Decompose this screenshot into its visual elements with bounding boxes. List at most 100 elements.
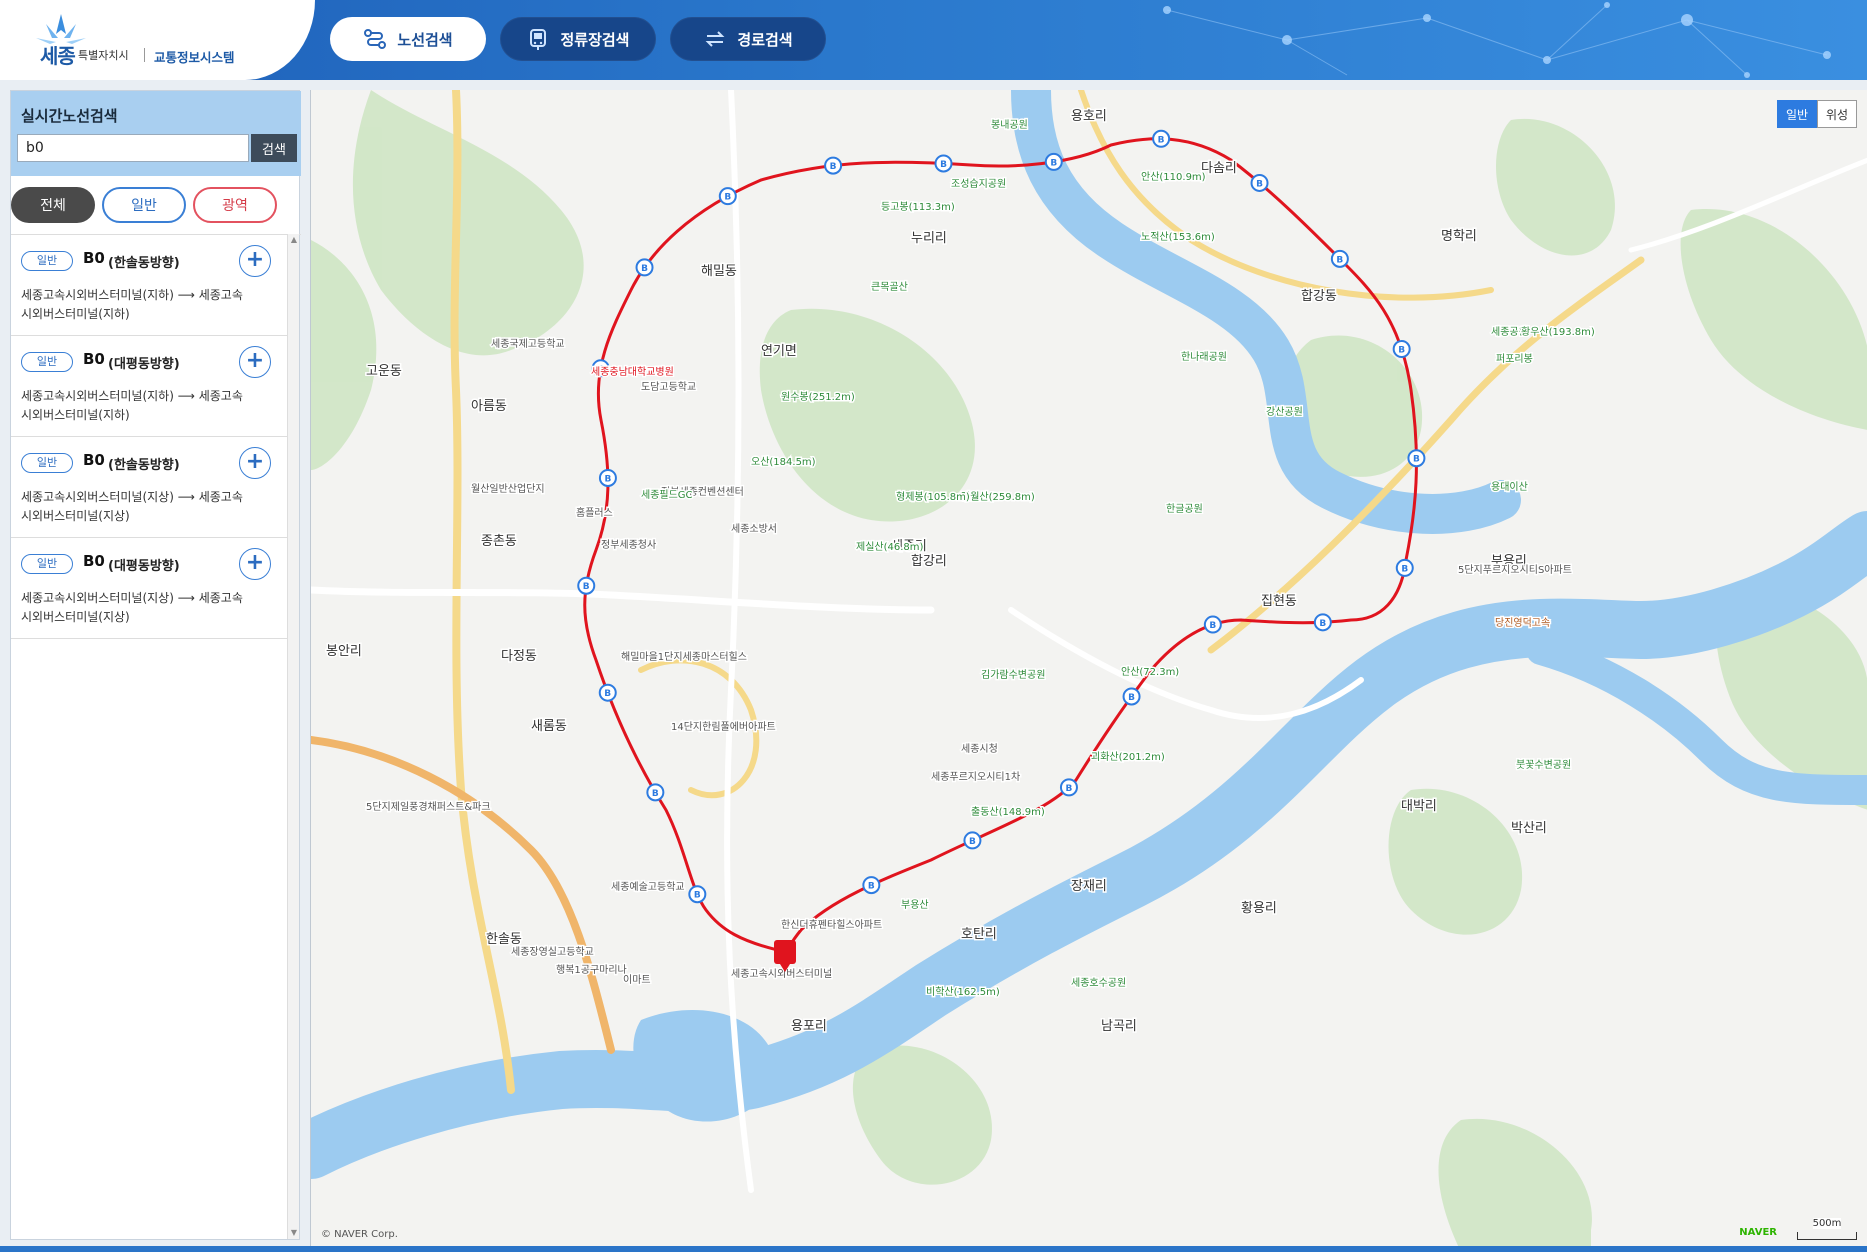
map-label-place: 고운동 xyxy=(366,364,402,379)
list-scrollbar[interactable]: ▲ ▼ xyxy=(287,234,299,1239)
add-route-button[interactable]: + xyxy=(239,245,271,277)
bus-stops: BBBBBBBBBBBBBBBBBBBBBBBB xyxy=(577,129,1426,961)
map-label-place: 대박리 xyxy=(1401,799,1437,814)
search-header: 실시간노선검색 검색 xyxy=(11,91,301,176)
route-list-item[interactable]: 일반 B0 (한솔동방향) + 세종고속시외버스터미널(지상) ⟶ 세종고속시외… xyxy=(11,437,287,538)
route-endpoints: 세종고속시외버스터미널(지상) ⟶ 세종고속시외버스터미널(지상) xyxy=(21,490,243,523)
scroll-up-arrow-icon[interactable]: ▲ xyxy=(288,234,300,246)
map-label-poi[interactable]: 홈플러스 xyxy=(575,505,615,521)
bus-stop-marker-icon[interactable]: B xyxy=(1392,340,1411,359)
map-label-poi[interactable]: 도담고등학교 xyxy=(640,380,698,395)
map-label-park: 한나래공원 xyxy=(1181,351,1227,363)
map-label-poi[interactable]: 세종예술고등학교 xyxy=(610,880,687,895)
bus-stop-marker-icon[interactable]: B xyxy=(635,258,654,277)
route-list-item[interactable]: 일반 B0 (대평동방향) + 세종고속시외버스터미널(지하) ⟶ 세종고속시외… xyxy=(11,336,287,437)
bus-stop-marker-icon[interactable]: B xyxy=(824,156,843,175)
filter-general-button[interactable]: 일반 xyxy=(102,187,186,223)
map-canvas[interactable]: BBBBBBBBBBBBBBBBBBBBBBBB 용호리다솜리누리리해밀동연기면… xyxy=(311,90,1867,1252)
map-label-place: 박산리 xyxy=(1511,821,1547,836)
bus-stop-marker-icon[interactable]: B xyxy=(934,154,953,173)
search-button[interactable]: 검색 xyxy=(251,134,297,162)
add-route-button[interactable]: + xyxy=(239,346,271,378)
map-label-mount: 등고봉(113.3m) xyxy=(881,201,955,213)
map-label-place: 집현동 xyxy=(1261,594,1297,609)
map-label-place: 연기면 xyxy=(761,344,797,359)
map-label-poi[interactable]: 세종장영실고등학교 xyxy=(510,945,596,960)
tab-route-search[interactable]: 노선검색 xyxy=(330,17,486,61)
svg-text:B: B xyxy=(1336,255,1343,265)
tab-stop-search[interactable]: 정류장검색 xyxy=(500,17,656,61)
map-label-park: 세종호수공원 xyxy=(1071,977,1126,989)
bus-stop-marker-icon[interactable]: B xyxy=(1250,173,1269,192)
add-route-button[interactable]: + xyxy=(239,447,271,479)
bus-stop-marker-icon[interactable]: B xyxy=(598,683,617,702)
map-general-button[interactable]: 일반 xyxy=(1777,100,1817,128)
route-endpoints: 세종고속시외버스터미널(지하) ⟶ 세종고속시외버스터미널(지하) xyxy=(21,389,243,422)
bus-route-line[interactable] xyxy=(583,137,1418,954)
bus-stop-marker-icon[interactable]: B xyxy=(1152,129,1171,148)
map-label-place: 용포리 xyxy=(791,1019,827,1034)
svg-text:B: B xyxy=(940,160,947,170)
map-label-poi[interactable]: 이마트 xyxy=(622,973,653,988)
bus-stop-marker-icon[interactable]: B xyxy=(577,576,596,595)
top-header: 세종 특별자치시 교통정보시스템 노선검색 정류장검색 경로검색 xyxy=(0,0,1867,80)
map-label-poi[interactable]: 5단지푸르지오시티S아파트 xyxy=(1457,563,1574,578)
route-type-badge: 일반 xyxy=(21,251,73,271)
logo-area[interactable]: 세종 특별자치시 교통정보시스템 xyxy=(0,0,315,80)
svg-text:B: B xyxy=(1066,784,1073,794)
scroll-down-arrow-icon[interactable]: ▼ xyxy=(288,1227,300,1239)
map-label-poi[interactable]: 세종소방서 xyxy=(730,522,779,537)
filter-wide-button[interactable]: 광역 xyxy=(193,187,277,223)
map-label-poi[interactable]: 세종국제고등학교 xyxy=(490,337,567,352)
svg-text:B: B xyxy=(1128,693,1135,703)
bus-stop-marker-icon[interactable]: B xyxy=(1330,249,1349,268)
map-label-mount: 제실산(46.8m) xyxy=(856,541,924,553)
bus-stop-marker-icon[interactable]: B xyxy=(862,876,881,895)
bus-stop-marker-icon[interactable]: B xyxy=(598,468,617,487)
map-label-place: 합강동 xyxy=(1301,289,1337,304)
filter-all-button[interactable]: 전체 xyxy=(11,187,95,223)
add-route-button[interactable]: + xyxy=(239,548,271,580)
route-direction: (한솔동방향) xyxy=(108,256,180,271)
svg-text:B: B xyxy=(830,162,837,172)
tab-route-search-label: 노선검색 xyxy=(397,30,453,49)
route-endpoints: 세종고속시외버스터미널(지하) ⟶ 세종고속시외버스터미널(지하) xyxy=(21,288,243,321)
svg-text:B: B xyxy=(1209,621,1216,631)
route-number: B0 xyxy=(83,350,105,368)
terminal-marker-icon[interactable] xyxy=(774,940,796,972)
map-label-mount: 출동산(148.9m) xyxy=(971,806,1045,818)
svg-text:B: B xyxy=(868,882,875,892)
logo-city-text: 세종 xyxy=(40,44,76,68)
bus-stop-marker-icon[interactable]: B xyxy=(1395,558,1414,577)
bus-stop-marker-icon[interactable]: B xyxy=(1059,778,1078,797)
svg-text:B: B xyxy=(694,891,701,901)
bus-stop-marker-icon[interactable]: B xyxy=(1122,687,1141,706)
bus-stop-marker-icon[interactable]: B xyxy=(963,831,982,850)
bus-stop-marker-icon[interactable]: B xyxy=(1044,152,1063,171)
route-map[interactable]: BBBBBBBBBBBBBBBBBBBBBBBB 용호리다솜리누리리해밀동연기면… xyxy=(310,90,1867,1252)
map-label-poi[interactable]: 정부세종청사 xyxy=(600,538,658,553)
map-label-poi[interactable]: 세종시청 xyxy=(960,742,1000,757)
bus-stop-marker-icon[interactable]: B xyxy=(718,187,737,206)
map-label-place: 누리리 xyxy=(911,231,947,246)
bus-stop-marker-icon[interactable]: B xyxy=(1203,615,1222,634)
bus-stop-marker-icon[interactable]: B xyxy=(688,885,707,904)
map-label-poi[interactable]: 행복1공구마리나 xyxy=(555,963,629,978)
map-label-poi[interactable]: 해밀마을1단지세종마스터힐스 xyxy=(620,649,749,665)
map-label-poi[interactable]: 세종푸르지오시티1차 xyxy=(930,770,1022,785)
route-list-item[interactable]: 일반 B0 (대평동방향) + 세종고속시외버스터미널(지상) ⟶ 세종고속시외… xyxy=(11,538,287,639)
route-list-item[interactable]: 일반 B0 (한솔동방향) + 세종고속시외버스터미널(지하) ⟶ 세종고속시외… xyxy=(11,235,287,336)
bus-stop-marker-icon[interactable]: B xyxy=(1313,613,1332,632)
map-label-poi[interactable]: 한신더휴펜타힐스아파트 xyxy=(780,917,884,933)
map-satellite-button[interactable]: 위성 xyxy=(1817,100,1857,128)
map-label-hospital[interactable]: 세종충남대학교병원 xyxy=(590,365,676,380)
map-label-poi[interactable]: 세종고속시외버스터미널 xyxy=(730,967,834,982)
map-label-poi[interactable]: 월산일반산업단지 xyxy=(470,481,547,497)
bus-stop-marker-icon[interactable]: B xyxy=(1407,449,1426,468)
map-label-place: 한솔동 xyxy=(486,932,522,947)
map-label-poi[interactable]: 5단지제일풍경채퍼스트&파크 xyxy=(365,799,493,815)
route-search-input[interactable] xyxy=(17,134,249,162)
tab-path-search[interactable]: 경로검색 xyxy=(670,17,826,61)
map-label-poi[interactable]: 14단지한림풀에버아파트 xyxy=(670,720,778,735)
bus-stop-marker-icon[interactable]: B xyxy=(646,783,665,802)
